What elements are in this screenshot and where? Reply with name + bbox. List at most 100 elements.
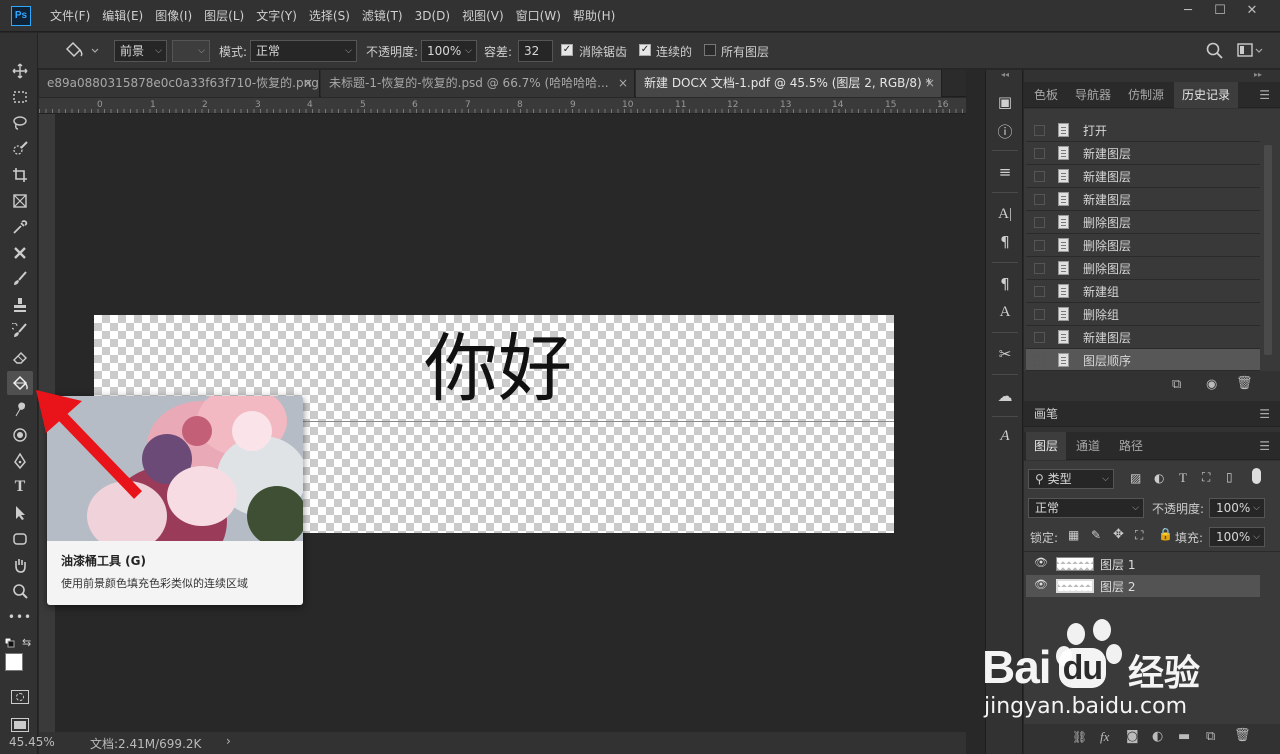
- brush-settings-icon[interactable]: ≡: [993, 160, 1017, 184]
- lock-all-icon[interactable]: 🔒: [1158, 527, 1173, 541]
- minimize-button[interactable]: ─: [1172, 0, 1204, 24]
- blend-mode-select[interactable]: 正常 ⌵: [1028, 498, 1144, 518]
- tools-preset-icon[interactable]: ✂: [993, 342, 1017, 366]
- tab-layers[interactable]: 图层: [1026, 432, 1067, 460]
- lasso-icon[interactable]: [7, 111, 33, 135]
- visibility-eye-icon[interactable]: 👁: [1034, 556, 1048, 569]
- swap-colors-icon[interactable]: ⇆: [22, 636, 34, 649]
- quick-mask-icon[interactable]: [11, 690, 29, 704]
- history-item[interactable]: 新建组: [1026, 280, 1260, 303]
- status-arrow[interactable]: ›: [226, 734, 231, 748]
- workspace-icon[interactable]: [1237, 43, 1263, 59]
- trash-icon[interactable]: 🗑: [1236, 376, 1253, 391]
- close-tab-icon[interactable]: ×: [303, 70, 313, 97]
- menu-help[interactable]: 帮助(H): [567, 0, 621, 32]
- menu-select[interactable]: 选择(S): [303, 0, 356, 32]
- healing-icon[interactable]: [7, 241, 33, 265]
- paragraph-styles-icon[interactable]: ¶: [993, 272, 1017, 296]
- add-mask-icon[interactable]: ◙: [1126, 729, 1139, 744]
- tab-swatches[interactable]: 色板: [1026, 82, 1066, 108]
- zoom-icon[interactable]: [7, 579, 33, 603]
- mode-select[interactable]: 正常 ⌵: [250, 40, 357, 62]
- menu-type[interactable]: 文字(Y): [250, 0, 303, 32]
- zoom-level[interactable]: 45.45%: [9, 735, 55, 749]
- screen-mode-icon[interactable]: [11, 718, 29, 732]
- history-item[interactable]: 新建图层: [1026, 165, 1260, 188]
- panel-menu-icon[interactable]: ☰: [1259, 439, 1270, 453]
- shape-icon[interactable]: [7, 527, 33, 551]
- visibility-eye-icon[interactable]: 👁: [1034, 578, 1048, 591]
- panel-menu-icon[interactable]: ☰: [1259, 88, 1270, 102]
- menu-edit[interactable]: 编辑(E): [96, 0, 149, 32]
- layer-row[interactable]: 👁 图层 1: [1026, 553, 1260, 575]
- eraser-icon[interactable]: [7, 345, 33, 369]
- frame-icon[interactable]: [7, 189, 33, 213]
- filter-toggle-icon[interactable]: [1252, 468, 1261, 484]
- layer-filter-select[interactable]: ⚲ 类型 ⌵: [1028, 469, 1114, 489]
- history-item[interactable]: 删除图层: [1026, 257, 1260, 280]
- tab-navigator[interactable]: 导航器: [1067, 82, 1119, 108]
- tolerance-input[interactable]: 32: [518, 40, 553, 62]
- maximize-button[interactable]: ☐: [1204, 0, 1236, 24]
- filter-smart-object-icon[interactable]: ▯: [1226, 470, 1233, 484]
- link-layers-icon[interactable]: ⛓: [1072, 730, 1087, 744]
- tab-clone-source[interactable]: 仿制源: [1120, 82, 1172, 108]
- path-select-icon[interactable]: [7, 501, 33, 525]
- menu-3d[interactable]: 3D(D): [409, 0, 456, 32]
- character-styles-icon[interactable]: A: [993, 300, 1017, 324]
- antialias-checkbox[interactable]: ✓: [561, 44, 573, 56]
- default-colors-icon[interactable]: [4, 637, 15, 648]
- menu-file[interactable]: 文件(F): [44, 0, 96, 32]
- layer-opacity-input[interactable]: 100% ⌵: [1209, 498, 1265, 518]
- history-item[interactable]: 删除图层: [1026, 234, 1260, 257]
- stamp-icon[interactable]: [7, 293, 33, 317]
- new-layer-icon[interactable]: ⧉: [1206, 729, 1215, 744]
- fill-source-select[interactable]: 前景 ⌵: [114, 40, 167, 62]
- lock-image-icon[interactable]: ✎: [1091, 528, 1101, 542]
- tab-paths[interactable]: 路径: [1111, 432, 1151, 460]
- libraries-icon[interactable]: ☁: [993, 384, 1017, 408]
- opacity-input[interactable]: 100% ⌵: [421, 40, 477, 62]
- tab-history[interactable]: 历史记录: [1174, 82, 1239, 108]
- delete-layer-icon[interactable]: 🗑: [1234, 728, 1251, 743]
- close-tab-icon[interactable]: ×: [618, 70, 628, 97]
- brush-panel-title[interactable]: 画笔: [1026, 401, 1066, 427]
- panel-menu-icon[interactable]: ☰: [1259, 407, 1270, 421]
- history-scrollbar[interactable]: [1264, 145, 1272, 355]
- tab-channels[interactable]: 通道: [1068, 432, 1108, 460]
- history-item[interactable]: 新建图层: [1026, 326, 1260, 349]
- menu-window[interactable]: 窗口(W): [510, 0, 567, 32]
- crop-icon[interactable]: [7, 163, 33, 187]
- lock-artboard-icon[interactable]: ⛶: [1135, 528, 1143, 543]
- new-group-icon[interactable]: ▬: [1178, 729, 1190, 744]
- lock-position-icon[interactable]: ✥: [1113, 527, 1124, 542]
- paint-bucket-preset-icon[interactable]: [62, 41, 102, 61]
- layer-row-selected[interactable]: 👁 图层 2: [1026, 575, 1260, 597]
- fill-input[interactable]: 100% ⌵: [1209, 527, 1265, 547]
- quick-select-icon[interactable]: [7, 137, 33, 161]
- pattern-picker[interactable]: ⌵: [172, 40, 210, 62]
- tab-png-doc[interactable]: e89a0880315878e0c0a33f63f710-恢复的.png ...…: [39, 70, 320, 97]
- menu-layer[interactable]: 图层(L): [198, 0, 250, 32]
- history-item[interactable]: 新建图层: [1026, 142, 1260, 165]
- character-icon[interactable]: A|: [993, 202, 1017, 226]
- glyphs-icon[interactable]: A: [993, 424, 1017, 448]
- info-icon[interactable]: ⓘ: [993, 120, 1017, 144]
- menu-view[interactable]: 视图(V): [456, 0, 510, 32]
- all-layers-checkbox[interactable]: [704, 44, 716, 56]
- close-window-button[interactable]: ✕: [1236, 0, 1268, 24]
- menu-image[interactable]: 图像(I): [149, 0, 198, 32]
- history-item[interactable]: 删除组: [1026, 303, 1260, 326]
- hand-icon[interactable]: [7, 553, 33, 577]
- adjustment-layer-icon[interactable]: ◐: [1152, 729, 1163, 744]
- contiguous-checkbox[interactable]: ✓: [639, 44, 651, 56]
- menu-filter[interactable]: 滤镜(T): [356, 0, 409, 32]
- paragraph-icon[interactable]: ¶: [993, 230, 1017, 254]
- marquee-icon[interactable]: [7, 85, 33, 109]
- filter-pixel-icon[interactable]: ▨: [1130, 471, 1141, 485]
- search-icon[interactable]: [1206, 42, 1224, 60]
- history-brush-icon[interactable]: [7, 319, 33, 343]
- history-item-selected[interactable]: 图层顺序: [1026, 349, 1260, 371]
- more-icon[interactable]: •••: [7, 605, 33, 629]
- 3d-cube-icon[interactable]: ▣: [993, 90, 1017, 114]
